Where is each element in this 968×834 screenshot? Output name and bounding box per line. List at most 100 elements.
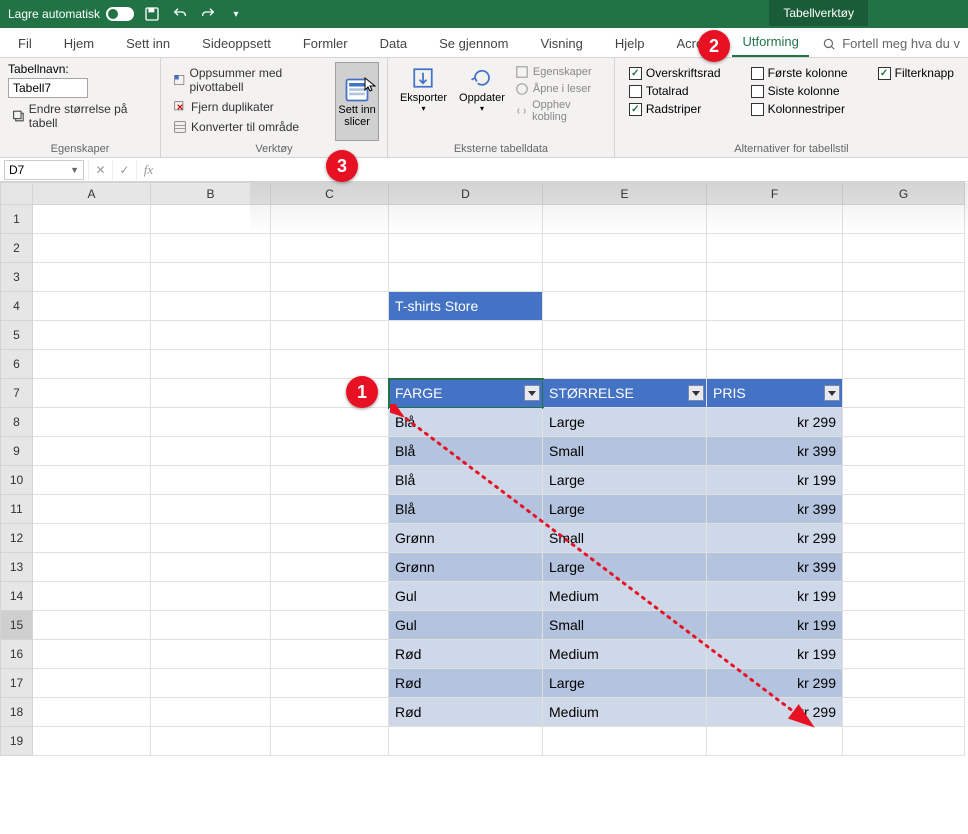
cell[interactable] bbox=[271, 205, 389, 234]
tab-hjem[interactable]: Hjem bbox=[54, 30, 104, 57]
cell[interactable] bbox=[33, 495, 151, 524]
cell[interactable] bbox=[389, 350, 543, 379]
cell[interactable] bbox=[707, 263, 843, 292]
cell[interactable] bbox=[33, 263, 151, 292]
cell[interactable] bbox=[707, 727, 843, 756]
cell[interactable] bbox=[271, 234, 389, 263]
cell[interactable] bbox=[543, 321, 707, 350]
col-header-D[interactable]: D bbox=[389, 183, 543, 205]
cell[interactable] bbox=[151, 263, 271, 292]
cell[interactable] bbox=[843, 640, 965, 669]
pivot-button[interactable]: Oppsummer med pivottabell bbox=[169, 64, 327, 96]
cell[interactable]: Gul bbox=[389, 611, 543, 640]
cell[interactable] bbox=[843, 205, 965, 234]
cell[interactable] bbox=[33, 466, 151, 495]
resize-table-button[interactable]: Endre størrelse på tabell bbox=[8, 100, 152, 132]
cell[interactable]: Small bbox=[543, 611, 707, 640]
cell[interactable] bbox=[33, 553, 151, 582]
row-header-11[interactable]: 11 bbox=[1, 495, 33, 524]
row-header-10[interactable]: 10 bbox=[1, 466, 33, 495]
cb-radstriper[interactable]: Radstriper bbox=[629, 102, 721, 116]
cell[interactable] bbox=[271, 727, 389, 756]
cell[interactable]: Large bbox=[543, 553, 707, 582]
cell[interactable] bbox=[707, 234, 843, 263]
cell[interactable] bbox=[707, 350, 843, 379]
row-header-15[interactable]: 15 bbox=[1, 611, 33, 640]
cell[interactable] bbox=[389, 727, 543, 756]
cell[interactable]: Gul bbox=[389, 582, 543, 611]
cb-forste-kolonne[interactable]: Første kolonne bbox=[751, 66, 848, 80]
cell[interactable]: kr 399 bbox=[707, 553, 843, 582]
cell[interactable]: kr 299 bbox=[707, 524, 843, 553]
cell[interactable] bbox=[151, 611, 271, 640]
cell[interactable] bbox=[707, 205, 843, 234]
cell[interactable] bbox=[843, 524, 965, 553]
cell[interactable]: Large bbox=[543, 495, 707, 524]
cell[interactable] bbox=[33, 437, 151, 466]
tab-visning[interactable]: Visning bbox=[530, 30, 592, 57]
row-header-3[interactable]: 3 bbox=[1, 263, 33, 292]
col-header-C[interactable]: C bbox=[271, 183, 389, 205]
cell[interactable]: Large bbox=[543, 408, 707, 437]
row-header-12[interactable]: 12 bbox=[1, 524, 33, 553]
cell[interactable] bbox=[151, 727, 271, 756]
cell[interactable] bbox=[151, 582, 271, 611]
cell[interactable] bbox=[543, 205, 707, 234]
cell[interactable]: Rød bbox=[389, 669, 543, 698]
row-header-1[interactable]: 1 bbox=[1, 205, 33, 234]
col-header-E[interactable]: E bbox=[543, 183, 707, 205]
cell[interactable] bbox=[543, 350, 707, 379]
row-header-19[interactable]: 19 bbox=[1, 727, 33, 756]
tell-me-search[interactable]: Fortell meg hva du v bbox=[822, 30, 960, 57]
cell[interactable] bbox=[33, 321, 151, 350]
cell[interactable]: Blå bbox=[389, 466, 543, 495]
cell[interactable] bbox=[843, 379, 965, 408]
cb-overskriftsrad[interactable]: Overskriftsrad bbox=[629, 66, 721, 80]
cell[interactable]: kr 299 bbox=[707, 698, 843, 727]
cell[interactable]: kr 199 bbox=[707, 582, 843, 611]
cell[interactable]: Rød bbox=[389, 640, 543, 669]
cell[interactable] bbox=[707, 321, 843, 350]
cell[interactable]: kr 199 bbox=[707, 640, 843, 669]
cell[interactable] bbox=[843, 408, 965, 437]
insert-slicer-button[interactable]: Sett inn slicer bbox=[335, 62, 379, 141]
row-header-13[interactable]: 13 bbox=[1, 553, 33, 582]
cell[interactable] bbox=[843, 611, 965, 640]
spreadsheet-grid[interactable]: A B C D E F G 1234T-shirts Store567FARGE… bbox=[0, 182, 968, 756]
cell[interactable] bbox=[271, 698, 389, 727]
cell[interactable] bbox=[271, 524, 389, 553]
cell[interactable]: kr 199 bbox=[707, 611, 843, 640]
cell[interactable] bbox=[271, 350, 389, 379]
cell[interactable]: kr 399 bbox=[707, 495, 843, 524]
row-header-14[interactable]: 14 bbox=[1, 582, 33, 611]
select-all-corner[interactable] bbox=[1, 183, 33, 205]
row-header-18[interactable]: 18 bbox=[1, 698, 33, 727]
cell[interactable] bbox=[543, 727, 707, 756]
convert-range-button[interactable]: Konverter til område bbox=[169, 118, 327, 136]
cell[interactable] bbox=[271, 553, 389, 582]
row-header-6[interactable]: 6 bbox=[1, 350, 33, 379]
cell[interactable]: Small bbox=[543, 437, 707, 466]
cell[interactable] bbox=[389, 321, 543, 350]
autosave-toggle[interactable]: Lagre automatisk bbox=[8, 7, 134, 21]
redo-icon[interactable] bbox=[198, 4, 218, 24]
cell[interactable] bbox=[151, 205, 271, 234]
cell[interactable] bbox=[389, 205, 543, 234]
toggle-switch-icon[interactable] bbox=[106, 7, 134, 21]
cell[interactable]: Rød bbox=[389, 698, 543, 727]
tab-fil[interactable]: Fil bbox=[8, 30, 42, 57]
oppdater-button[interactable]: Oppdater ▾ bbox=[455, 62, 509, 141]
fx-button[interactable]: fx bbox=[136, 160, 160, 180]
row-header-5[interactable]: 5 bbox=[1, 321, 33, 350]
cell[interactable] bbox=[151, 669, 271, 698]
tab-formler[interactable]: Formler bbox=[293, 30, 358, 57]
cb-totalrad[interactable]: Totalrad bbox=[629, 84, 721, 98]
cell[interactable] bbox=[271, 640, 389, 669]
cell[interactable] bbox=[271, 495, 389, 524]
cell[interactable] bbox=[33, 205, 151, 234]
tablename-input[interactable] bbox=[8, 78, 88, 98]
filter-icon[interactable] bbox=[824, 385, 840, 401]
cell[interactable] bbox=[843, 350, 965, 379]
cell[interactable]: T-shirts Store bbox=[389, 292, 543, 321]
cell[interactable] bbox=[33, 350, 151, 379]
